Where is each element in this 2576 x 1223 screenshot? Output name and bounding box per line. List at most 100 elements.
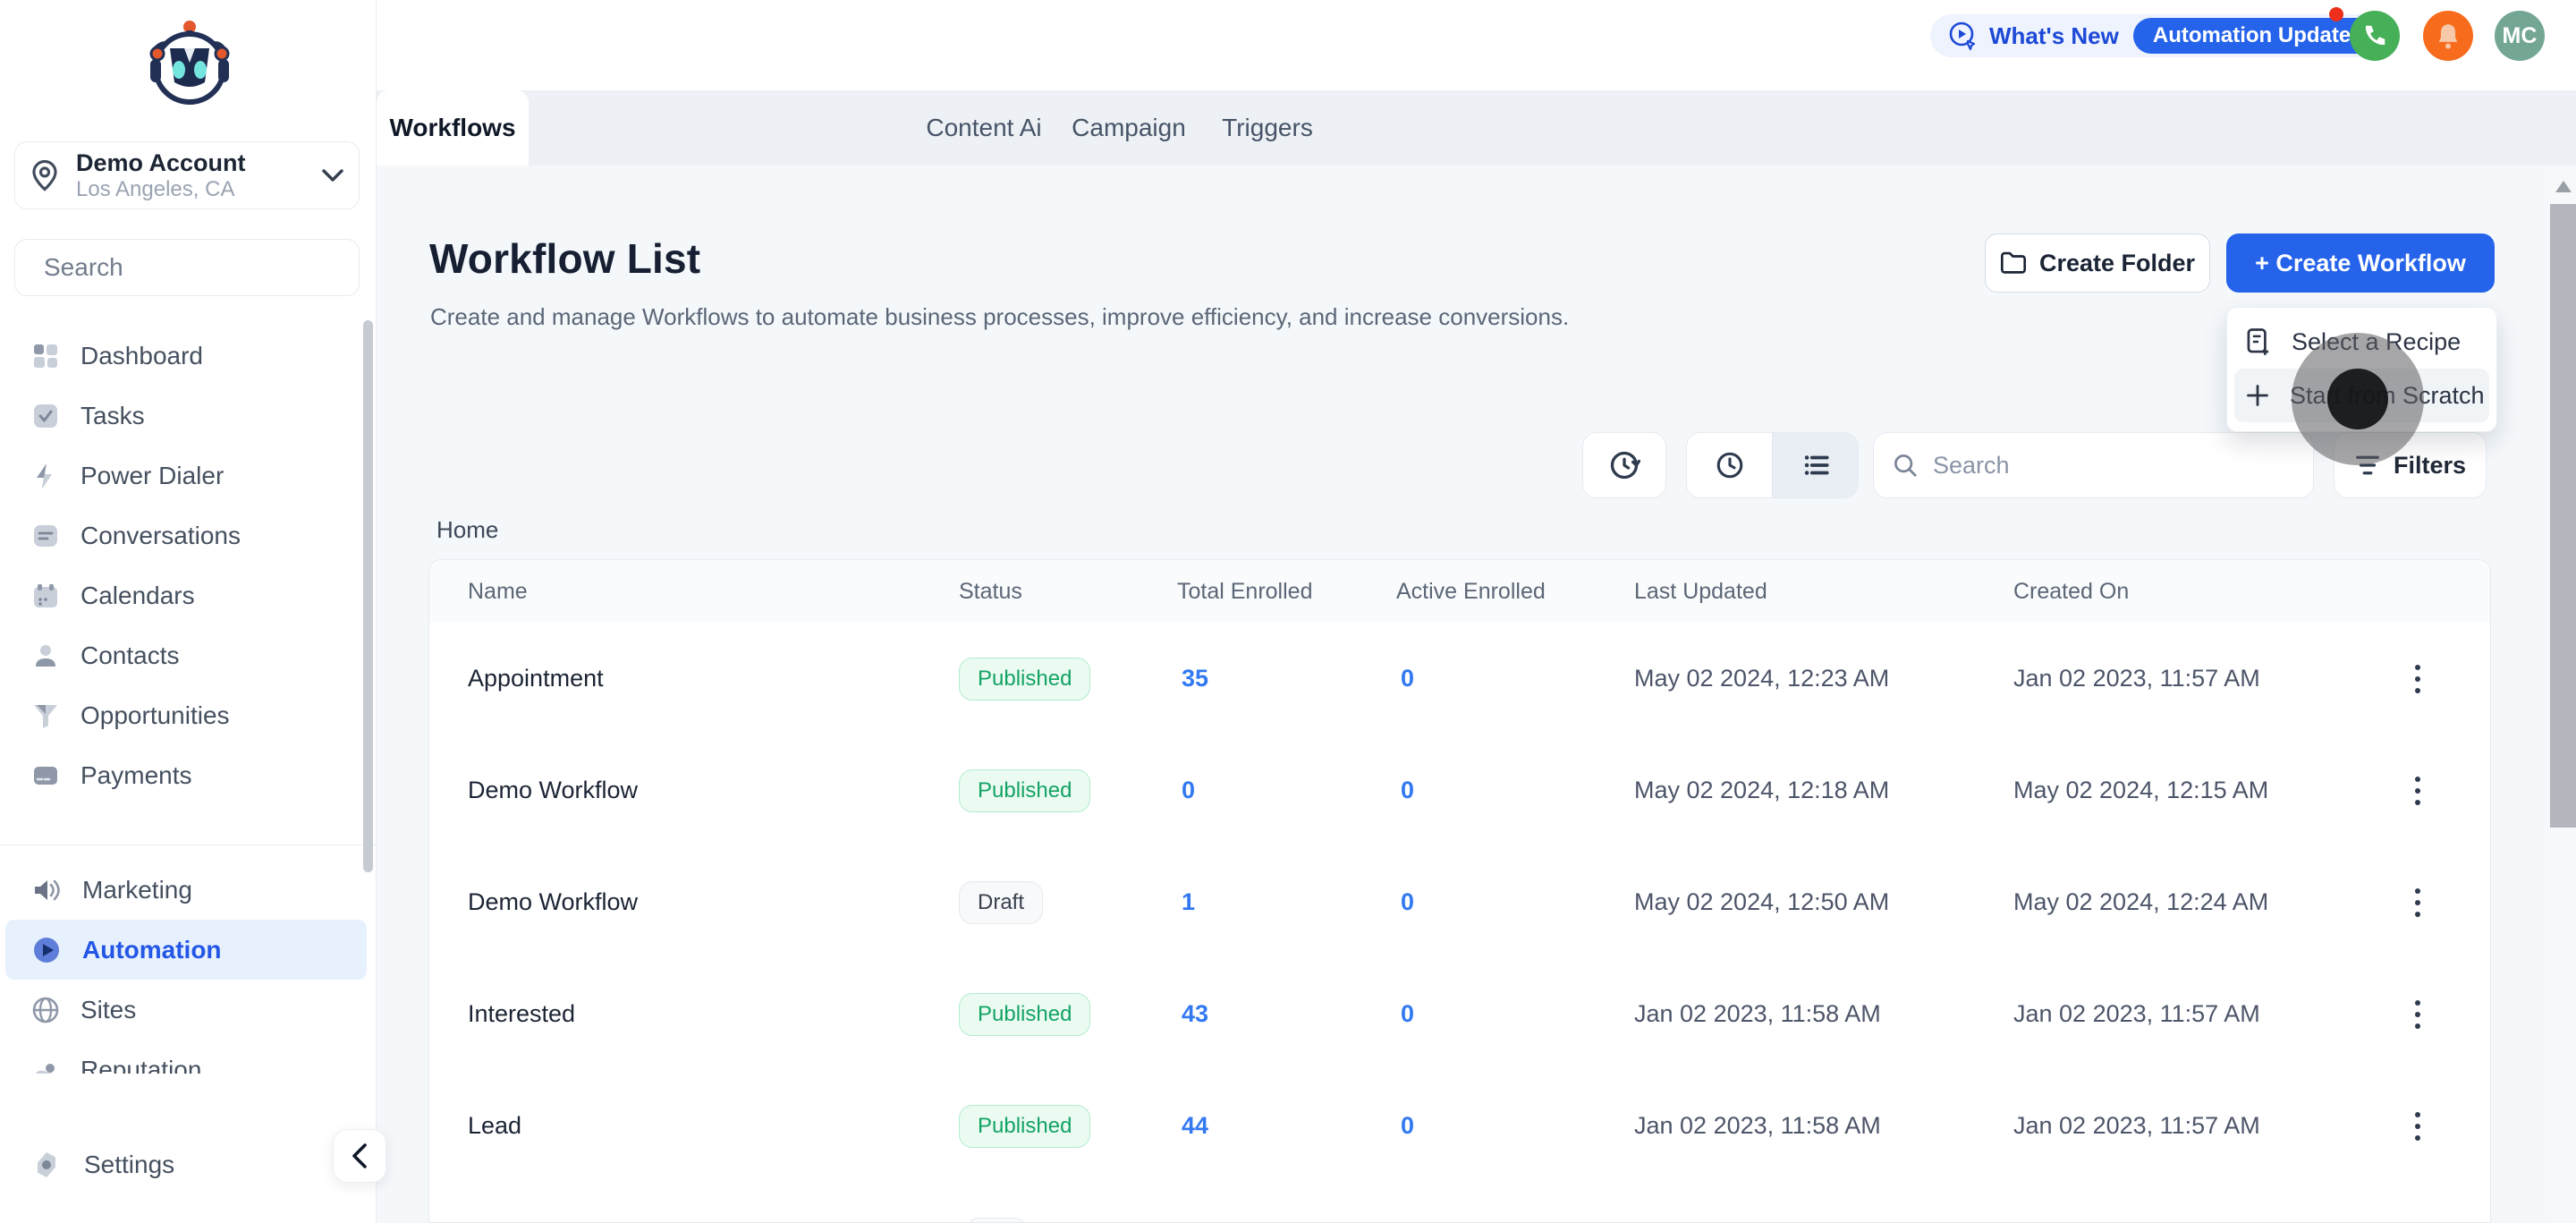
page-scrollbar-thumb[interactable] <box>2550 204 2576 828</box>
table-row[interactable]: Lead Published 44 0 Jan 02 2023, 11:58 A… <box>429 1070 2490 1183</box>
total-enrolled-link[interactable]: 1 <box>1182 846 1195 958</box>
table-row-partial[interactable] <box>429 1182 2490 1222</box>
last-updated: Jan 02 2023, 11:58 AM <box>1634 1000 1881 1027</box>
sidebar-item-contacts[interactable]: Contacts <box>0 625 376 685</box>
workflow-name[interactable]: Demo Workflow <box>468 846 638 958</box>
sidebar-item-dashboard[interactable]: Dashboard <box>0 326 376 386</box>
clock-icon <box>1716 452 1742 479</box>
tab-triggers[interactable]: Triggers <box>1200 90 1335 166</box>
active-enrolled-link[interactable]: 0 <box>1401 623 1414 735</box>
create-folder-button[interactable]: Create Folder <box>1985 234 2210 293</box>
kebab-icon <box>2415 1111 2420 1141</box>
sidebar-item-label: Conversations <box>80 521 241 549</box>
tab-workflows[interactable]: Workflows <box>377 90 529 166</box>
credit-card-icon <box>34 766 57 785</box>
click-indicator-inner <box>2327 369 2388 429</box>
reputation-icon <box>35 1063 55 1074</box>
sidebar-item-power-dialer[interactable]: Power Dialer <box>0 446 376 505</box>
sidebar-item-calendars[interactable]: Calendars <box>0 565 376 625</box>
sidebar: Demo Account Los Angeles, CA Search Dash… <box>0 0 377 1223</box>
sidebar-item-label: Automation <box>82 935 222 964</box>
view-toggle <box>1686 432 1859 498</box>
workflow-name[interactable]: Demo Workflow <box>468 735 638 846</box>
sidebar-item-reputation[interactable]: Reputation <box>0 1040 376 1074</box>
created-on: May 02 2024, 12:24 AM <box>2013 888 2269 915</box>
sidebar-item-opportunities[interactable]: Opportunities <box>0 685 376 745</box>
workflow-name[interactable]: Interested <box>468 958 575 1070</box>
table-row[interactable]: Demo Workflow Draft 1 0 May 02 2024, 12:… <box>429 846 2490 959</box>
kebab-icon <box>2415 664 2420 693</box>
active-enrolled-link[interactable]: 0 <box>1401 846 1414 958</box>
col-last-updated: Last Updated <box>1634 578 1767 604</box>
account-location: Los Angeles, CA <box>76 177 235 201</box>
chat-icon <box>34 524 57 547</box>
active-enrolled-link[interactable]: 0 <box>1401 735 1414 846</box>
col-name: Name <box>468 578 528 604</box>
automation-updates-badge[interactable]: Automation Updates <box>2132 18 2383 54</box>
row-actions-kebab[interactable] <box>2395 1070 2440 1182</box>
col-total-enrolled: Total Enrolled <box>1177 578 1313 604</box>
workflow-name[interactable]: Lead <box>468 1070 521 1182</box>
col-active-enrolled: Active Enrolled <box>1396 578 1546 604</box>
tab-bar: Workflows Content Ai Campaign Triggers <box>376 90 2576 166</box>
enrollment-history-button[interactable] <box>1582 432 1666 498</box>
sidebar-item-marketing[interactable]: Marketing <box>0 860 376 920</box>
sidebar-item-label: Sites <box>80 995 137 1023</box>
table-row[interactable]: Demo Workflow Published 0 0 May 02 2024,… <box>429 735 2490 847</box>
whats-new-pill[interactable]: What's New Automation Updates <box>1930 14 2388 57</box>
user-avatar[interactable]: MC <box>2495 11 2545 61</box>
col-created-on: Created On <box>2013 578 2130 604</box>
last-updated: May 02 2024, 12:18 AM <box>1634 777 1890 803</box>
row-actions-kebab[interactable] <box>2395 958 2440 1070</box>
total-enrolled-link[interactable]: 0 <box>1182 735 1195 846</box>
breadcrumb[interactable]: Home <box>436 516 498 544</box>
sidebar-item-label: Dashboard <box>80 341 203 369</box>
sidebar-item-label: Calendars <box>80 581 195 609</box>
sidebar-collapse-button[interactable] <box>333 1129 386 1183</box>
gear-icon <box>38 1152 55 1177</box>
sidebar-item-payments[interactable]: Payments <box>0 745 376 805</box>
calendar-icon <box>34 583 57 607</box>
table-header: Name Status Total Enrolled Active Enroll… <box>429 560 2490 624</box>
status-badge: Draft <box>959 880 1044 924</box>
sidebar-item-settings[interactable]: Settings <box>0 1135 376 1194</box>
sidebar-item-label: Opportunities <box>80 701 230 729</box>
table-row[interactable]: Interested Published 43 0 Jan 02 2023, 1… <box>429 958 2490 1071</box>
total-enrolled-link[interactable]: 44 <box>1182 1070 1208 1182</box>
table-row[interactable]: Appointment Published 35 0 May 02 2024, … <box>429 623 2490 735</box>
active-enrolled-link[interactable]: 0 <box>1401 1070 1414 1182</box>
location-pin-icon <box>32 159 57 191</box>
view-toggle-list[interactable] <box>1773 433 1858 497</box>
sidebar-search[interactable] <box>14 239 369 296</box>
notifications-button[interactable] <box>2423 11 2473 61</box>
total-enrolled-link[interactable]: 35 <box>1182 623 1208 735</box>
row-actions-kebab[interactable] <box>2395 846 2440 958</box>
search-icon <box>1894 454 1917 477</box>
sidebar-search-input[interactable] <box>42 252 369 283</box>
recipe-file-icon <box>2247 328 2269 355</box>
tab-content-ai[interactable]: Content Ai <box>912 90 1055 166</box>
view-toggle-time[interactable] <box>1687 433 1773 497</box>
sidebar-item-automation[interactable]: Automation <box>5 920 367 980</box>
sidebar-item-tasks[interactable]: Tasks <box>0 386 376 446</box>
whatsapp-phone-button[interactable] <box>2350 11 2400 61</box>
chevron-down-icon <box>322 169 343 182</box>
sidebar-item-conversations[interactable]: Conversations <box>0 505 376 565</box>
active-enrolled-link[interactable]: 0 <box>1401 958 1414 1070</box>
total-enrolled-link[interactable]: 43 <box>1182 958 1208 1070</box>
account-switcher[interactable]: Demo Account Los Angeles, CA <box>14 141 360 209</box>
sidebar-scrollbar[interactable] <box>363 320 373 872</box>
notification-dot <box>2329 7 2343 21</box>
workflow-search-input[interactable] <box>1931 450 2295 480</box>
row-actions-kebab[interactable] <box>2395 623 2440 735</box>
workflow-search[interactable] <box>1873 432 2314 498</box>
tab-campaign[interactable]: Campaign <box>1057 90 1200 166</box>
sidebar-item-label: Reputation <box>80 1055 202 1074</box>
workflow-name[interactable]: Appointment <box>468 623 604 735</box>
sidebar-item-sites[interactable]: Sites <box>0 980 376 1040</box>
last-updated: May 02 2024, 12:50 AM <box>1634 888 1890 915</box>
create-workflow-button[interactable]: + Create Workflow <box>2226 234 2495 293</box>
row-actions-kebab[interactable] <box>2395 735 2440 846</box>
scrollbar-up-arrow[interactable] <box>2555 181 2572 192</box>
col-status: Status <box>959 578 1022 604</box>
